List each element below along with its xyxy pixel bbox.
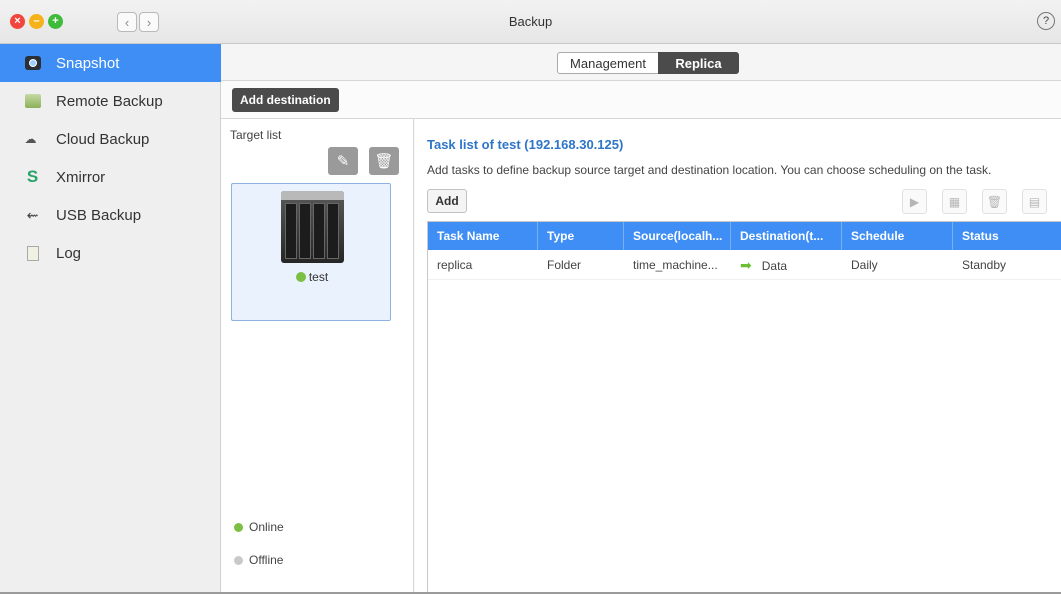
backup-window: × – + ‹ › Backup ? Snapshot Remote Backu… bbox=[0, 0, 1061, 594]
sidebar-item-label: Remote Backup bbox=[56, 92, 163, 110]
cloud-backup-icon: ☁ bbox=[24, 132, 37, 146]
column-header-type[interactable]: Type bbox=[538, 222, 624, 250]
tab-management[interactable]: Management bbox=[557, 52, 659, 74]
arrow-right-icon: ➡ bbox=[740, 257, 752, 273]
sidebar-item-log[interactable]: Log bbox=[0, 234, 221, 272]
snapshot-icon bbox=[24, 56, 41, 70]
sidebar-item-remote-backup[interactable]: Remote Backup bbox=[0, 82, 221, 120]
remote-backup-icon bbox=[24, 94, 41, 108]
sidebar-item-label: Xmirror bbox=[56, 168, 106, 186]
cell-destination: ➡ Data bbox=[731, 250, 842, 280]
sidebar: Snapshot Remote Backup ☁ Cloud Backup S … bbox=[0, 44, 221, 592]
edit-target-button[interactable]: ✎ bbox=[328, 147, 358, 175]
offline-dot-icon bbox=[234, 555, 243, 565]
sidebar-item-label: Snapshot bbox=[56, 54, 120, 72]
legend-offline: Offline bbox=[234, 553, 283, 567]
cell-schedule: Daily bbox=[851, 258, 878, 272]
pencil-icon: ✎ bbox=[336, 153, 350, 170]
table-row[interactable]: replica Folder time_machine... ➡ Data Dai… bbox=[428, 250, 1061, 280]
task-list-title: Task list of test (192.168.30.125) bbox=[427, 137, 624, 152]
task-log-button[interactable]: ▤ bbox=[1022, 189, 1047, 214]
table-icon: ▦ bbox=[948, 194, 961, 209]
column-header-destination[interactable]: Destination(t... bbox=[731, 222, 842, 250]
tab-bar: Management Replica bbox=[221, 44, 1061, 81]
column-header-source[interactable]: Source(localh... bbox=[624, 222, 731, 250]
table-header: Task Name Type Source(localh... Destinat… bbox=[428, 222, 1061, 250]
delete-target-button[interactable]: 🗑 bbox=[369, 147, 399, 175]
sidebar-item-label: USB Backup bbox=[56, 206, 142, 224]
cell-status: Standby bbox=[962, 258, 1007, 272]
clipboard-icon: ▤ bbox=[1028, 194, 1041, 209]
task-panel: Task list of test (192.168.30.125) Add t… bbox=[415, 119, 1061, 592]
legend-offline-label: Offline bbox=[249, 553, 284, 567]
column-header-schedule[interactable]: Schedule bbox=[842, 222, 953, 250]
play-icon: ▶ bbox=[909, 194, 920, 209]
add-destination-button[interactable]: Add destination bbox=[232, 88, 339, 112]
legend-online: Online bbox=[234, 520, 284, 534]
target-list-panel: Target list ✎ 🗑 test Online Offline bbox=[221, 119, 414, 592]
column-header-task-name[interactable]: Task Name bbox=[428, 222, 538, 250]
target-list-label: Target list bbox=[230, 128, 282, 142]
trash-icon: 🗑 bbox=[986, 194, 1003, 209]
nas-device-icon bbox=[281, 191, 344, 263]
add-task-button[interactable]: Add bbox=[427, 189, 467, 213]
sidebar-item-cloud-backup[interactable]: ☁ Cloud Backup bbox=[0, 120, 221, 158]
online-status-icon bbox=[295, 272, 306, 282]
sidebar-item-label: Log bbox=[56, 244, 82, 262]
run-task-button[interactable]: ▶ bbox=[902, 189, 927, 214]
target-card[interactable]: test bbox=[231, 183, 391, 321]
main-content: Management Replica Add destination Targe… bbox=[221, 44, 1061, 592]
log-icon bbox=[26, 245, 39, 261]
usb-icon: ⇜ bbox=[26, 206, 39, 223]
cell-type: Folder bbox=[547, 258, 582, 272]
task-description: Add tasks to define backup source target… bbox=[427, 163, 992, 177]
task-table: Task Name Type Source(localh... Destinat… bbox=[427, 221, 1061, 592]
cell-source: time_machine... bbox=[633, 258, 718, 272]
trash-icon: 🗑 bbox=[374, 153, 394, 170]
toolbar: Add destination bbox=[221, 81, 1061, 119]
task-details-button[interactable]: ▦ bbox=[942, 189, 967, 214]
delete-task-button[interactable]: 🗑 bbox=[982, 189, 1007, 214]
help-button[interactable]: ? bbox=[1037, 12, 1055, 30]
online-dot-icon bbox=[234, 522, 243, 532]
destination-value: Data bbox=[761, 259, 788, 273]
target-name: test bbox=[308, 270, 329, 284]
sidebar-item-snapshot[interactable]: Snapshot bbox=[0, 44, 221, 82]
column-header-status[interactable]: Status bbox=[953, 222, 1061, 250]
title-bar: × – + ‹ › Backup ? bbox=[0, 0, 1061, 592]
sidebar-item-usb-backup[interactable]: ⇜ USB Backup bbox=[0, 196, 221, 234]
tab-replica[interactable]: Replica bbox=[658, 52, 739, 74]
window-title: Backup bbox=[508, 14, 553, 29]
xmirror-icon: S bbox=[26, 167, 39, 186]
legend-online-label: Online bbox=[249, 520, 284, 534]
sidebar-item-label: Cloud Backup bbox=[56, 130, 150, 148]
sidebar-item-xmirror[interactable]: S Xmirror bbox=[0, 158, 221, 196]
cell-task-name: replica bbox=[437, 258, 473, 272]
